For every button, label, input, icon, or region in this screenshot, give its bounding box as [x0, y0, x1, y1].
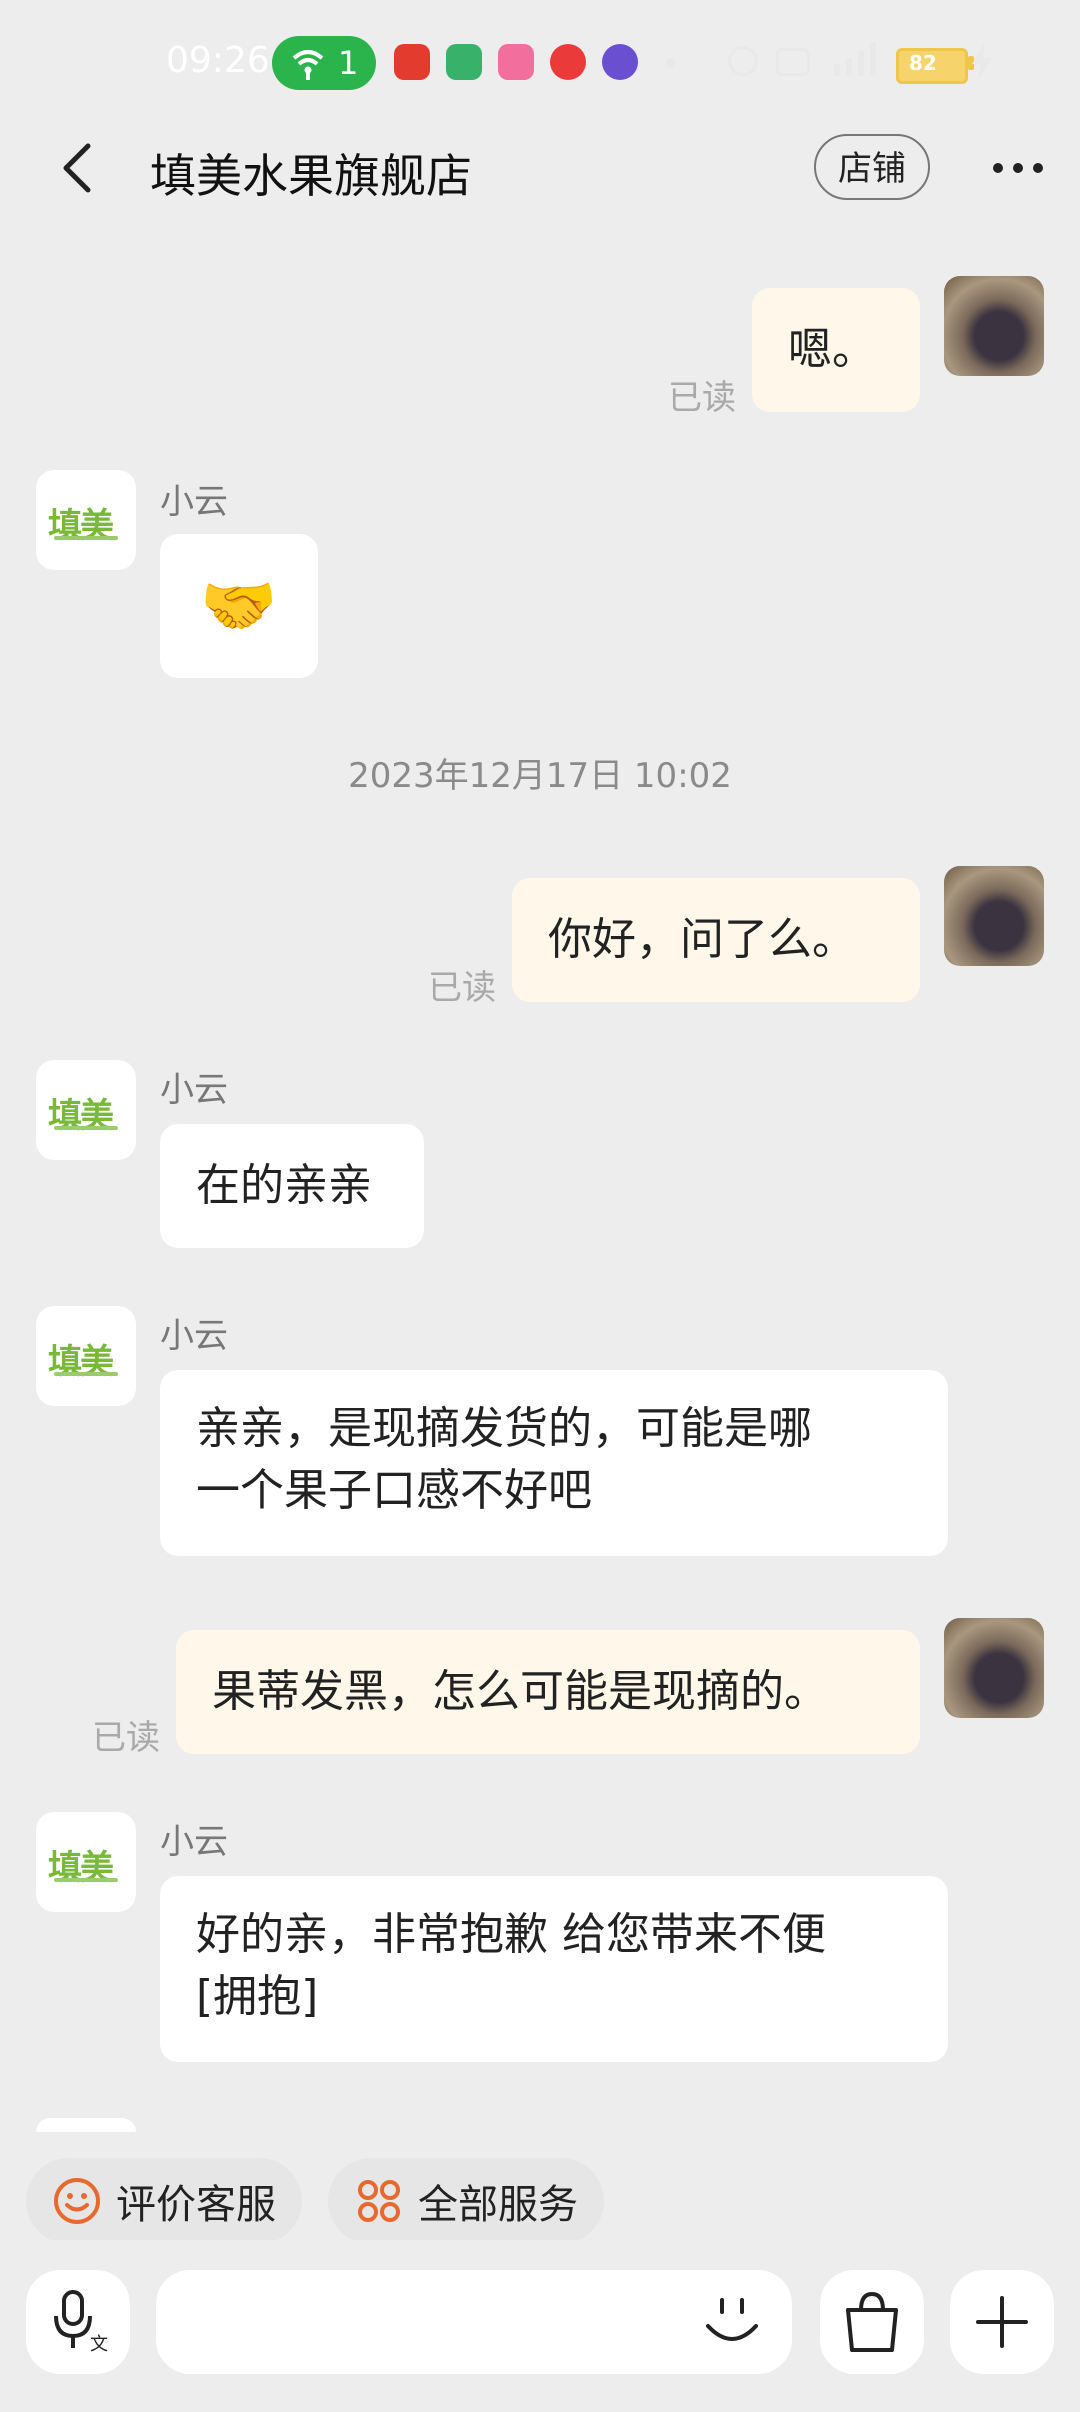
message-line: 亲亲，是现摘发货的，可能是哪 [196, 1403, 812, 1454]
smile-rating-icon [54, 2178, 100, 2224]
logo-underline [54, 536, 118, 540]
read-receipt: 已读 [428, 968, 496, 1008]
message-bubble-emoji[interactable]: 🤝 [160, 534, 318, 678]
shop-avatar[interactable]: 填美 [36, 1060, 136, 1160]
message-line: 好的亲，非常抱歉 给您带来不便 [196, 1909, 826, 1960]
message-timestamp: 2023年12月17日 10:02 [348, 756, 732, 796]
plus-icon [976, 2296, 1028, 2348]
status-time: 09:26 [166, 40, 270, 81]
svg-text:文: 文 [90, 2334, 108, 2355]
shop-avatar[interactable]: 填美 [36, 1812, 136, 1912]
all-services-button[interactable]: 全部服务 [328, 2158, 604, 2244]
message-bubble-theirs[interactable]: 好的亲，非常抱歉 给您带来不便 [拥抱] [160, 1876, 948, 2062]
more-dots-icon [993, 163, 1003, 173]
bilibili-icon [498, 44, 534, 80]
shop-avatar[interactable]: 填美 [36, 470, 136, 570]
message-bubble-mine[interactable]: 你好，问了么。 [512, 878, 920, 1002]
signal-icon [834, 42, 876, 76]
shop-button[interactable]: 店铺 [814, 134, 930, 200]
all-services-label: 全部服务 [418, 2182, 578, 2228]
shop-avatar-partial [36, 2118, 136, 2132]
more-actions-button[interactable] [950, 2270, 1054, 2374]
my-avatar[interactable] [944, 866, 1044, 966]
rate-service-button[interactable]: 评价客服 [26, 2158, 302, 2244]
charging-icon [972, 44, 992, 80]
voice-input-button[interactable]: 文 [26, 2270, 130, 2374]
read-receipt: 已读 [668, 378, 736, 418]
logo-underline [54, 1372, 118, 1376]
wifi-count: 1 [338, 44, 359, 82]
wifi-hotspot-badge: 1 [272, 36, 376, 90]
more-button[interactable] [990, 146, 1046, 190]
logo-underline [54, 1878, 118, 1882]
message-line: 一个果子口感不好吧 [196, 1465, 592, 1516]
services-grid-icon [358, 2180, 400, 2222]
emoji-button[interactable] [700, 2292, 764, 2352]
read-receipt: 已读 [92, 1718, 160, 1758]
message-bubble-theirs[interactable]: 在的亲亲 [160, 1124, 424, 1248]
sender-name: 小云 [160, 1070, 228, 1110]
hd-icon [776, 48, 810, 76]
message-input[interactable] [156, 2270, 792, 2374]
video-app-icon [446, 44, 482, 80]
logo-underline [54, 1126, 118, 1130]
sender-name: 小云 [160, 1822, 228, 1862]
my-avatar[interactable] [944, 276, 1044, 376]
battery-indicator: 82 [896, 48, 968, 84]
shopping-bag-icon [846, 2291, 898, 2352]
message-bubble-mine[interactable]: 果蒂发黑，怎么可能是现摘的。 [176, 1630, 920, 1754]
my-avatar[interactable] [944, 1618, 1044, 1718]
message-bubble-theirs[interactable]: 亲亲，是现摘发货的，可能是哪 一个果子口感不好吧 [160, 1370, 948, 1556]
sender-name: 小云 [160, 1316, 228, 1356]
sender-name: 小云 [160, 482, 228, 522]
wifi-icon [292, 50, 324, 80]
app-notification-icon [394, 44, 430, 80]
microphone-icon: 文 [54, 2290, 108, 2355]
rate-service-label: 评价客服 [116, 2182, 276, 2228]
product-bag-button[interactable] [820, 2270, 924, 2374]
alarm-icon [728, 46, 758, 76]
browser-app-icon [602, 44, 638, 80]
message-bubble-mine[interactable]: 嗯。 [752, 288, 920, 412]
chevron-left-icon [63, 143, 91, 193]
more-notifications-dot [666, 58, 676, 68]
battery-level: 82 [909, 51, 937, 75]
page-title: 填美水果旗舰店 [150, 149, 472, 203]
back-button[interactable] [48, 136, 112, 200]
message-line: [拥抱] [196, 1971, 319, 2022]
shop-avatar[interactable]: 填美 [36, 1306, 136, 1406]
music-app-icon [550, 44, 586, 80]
